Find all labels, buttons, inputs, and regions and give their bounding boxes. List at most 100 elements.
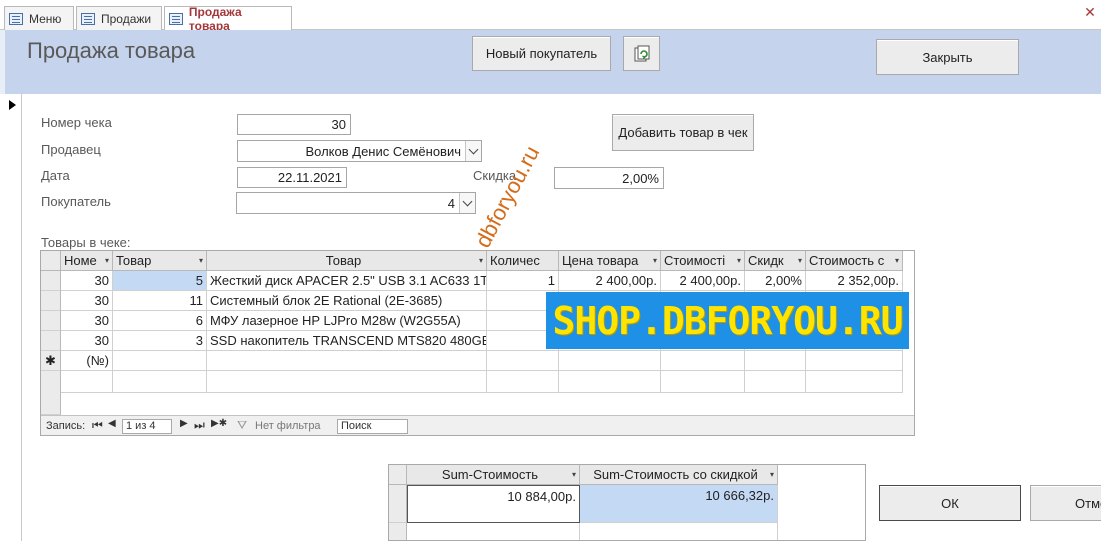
new-record-icon[interactable]: ▶✱ — [211, 418, 227, 429]
filter-status[interactable]: Нет фильтра — [255, 420, 321, 432]
row-selector[interactable] — [41, 331, 61, 351]
empty-cell — [580, 523, 778, 540]
record-label: Запись: — [46, 420, 86, 432]
column-header-discounted-cost[interactable]: Стоимость с ▾ — [806, 251, 903, 271]
table-cell[interactable]: 3 — [113, 331, 207, 351]
table-cell[interactable]: 30 — [61, 311, 113, 331]
current-record-arrow-icon — [9, 100, 16, 110]
receipt-number-label: Номер чека — [41, 115, 112, 130]
tab-product-sale[interactable]: Продажа товара — [164, 5, 292, 33]
table-cell[interactable]: 2 400,00р. — [661, 271, 745, 291]
receipt-number-field[interactable]: 30 — [237, 114, 351, 135]
ok-button[interactable]: ОК — [879, 485, 1021, 521]
record-selector[interactable] — [0, 94, 22, 541]
first-record-icon[interactable]: ⏮ — [92, 418, 103, 433]
search-input[interactable]: Поиск — [337, 419, 408, 434]
table-cell[interactable] — [806, 351, 903, 371]
empty-cell — [487, 371, 559, 393]
empty-cell — [661, 371, 745, 393]
table-cell[interactable]: 2,00% — [745, 271, 806, 291]
select-all-corner[interactable] — [41, 251, 61, 271]
table-cell[interactable]: 30 — [61, 271, 113, 291]
close-icon[interactable]: ✕ — [1082, 4, 1098, 20]
date-label: Дата — [41, 168, 70, 183]
empty-cell — [61, 371, 113, 393]
table-cell[interactable] — [113, 351, 207, 371]
add-item-to-receipt-button[interactable]: Добавить товар в чек — [612, 114, 754, 151]
column-header-sum-discounted[interactable]: Sum-Стоимость со скидкой ▾ — [580, 465, 778, 485]
page-title: Продажа товара — [27, 38, 196, 63]
customer-value: 4 — [447, 195, 455, 211]
seller-value: Волков Денис Семёнович — [305, 143, 461, 159]
discount-field[interactable]: 2,00% — [554, 167, 664, 189]
table-cell[interactable] — [661, 351, 745, 371]
sum-cost-value[interactable]: 10 884,00р. — [407, 485, 580, 523]
table-cell[interactable]: 2 400,00р. — [559, 271, 661, 291]
table-cell[interactable]: SSD накопитель TRANSCEND MTS820 480GB M.… — [207, 331, 487, 351]
table-cell[interactable]: 11 — [113, 291, 207, 311]
empty-cell — [559, 371, 661, 393]
new-record-marker[interactable]: ✱ — [41, 351, 61, 371]
new-record-placeholder[interactable]: (№) — [61, 351, 113, 371]
column-header-product[interactable]: Товар ▾ — [207, 251, 487, 271]
tab-label: Продажа товара — [188, 5, 242, 33]
table-cell[interactable] — [207, 351, 487, 371]
chevron-down-icon[interactable] — [465, 141, 481, 161]
current-record-input[interactable]: 1 из 4 — [122, 419, 172, 434]
totals-datasheet: Sum-Стоимость ▾ Sum-Стоимость со скидкой ▾… — [388, 464, 866, 541]
date-field[interactable]: 22.11.2021 — [237, 167, 347, 188]
row-selector[interactable] — [41, 291, 61, 311]
column-header-price[interactable]: Цена товара ▾ — [559, 251, 661, 271]
seller-label: Продавец — [41, 142, 101, 157]
table-cell[interactable]: 6 — [113, 311, 207, 331]
table-cell[interactable] — [487, 351, 559, 371]
close-form-button[interactable]: Закрыть — [876, 39, 1019, 75]
tab-menu[interactable]: Меню — [4, 6, 74, 30]
table-cell[interactable]: 2 352,00р. — [806, 271, 903, 291]
table-cell[interactable]: 5 — [113, 271, 207, 291]
table-cell[interactable] — [745, 351, 806, 371]
tab-label: Продажи — [101, 11, 152, 26]
table-cell[interactable]: Системный блок 2E Rational (2E-3685) — [207, 291, 487, 311]
tab-label: Меню — [29, 11, 62, 26]
table-cell[interactable]: 30 — [61, 331, 113, 351]
chevron-down-icon[interactable] — [459, 193, 475, 213]
previous-record-icon[interactable]: ◀ — [108, 418, 116, 429]
cancel-button[interactable]: Отмена — [1030, 485, 1101, 521]
table-cell[interactable]: 30 — [61, 291, 113, 311]
empty-cell — [806, 371, 903, 393]
filter-icon: ⛛ — [237, 418, 248, 432]
next-record-icon[interactable]: ▶ — [180, 418, 188, 429]
table-cell[interactable]: Жесткий диск APACER 2.5" USB 3.1 AC633 1… — [207, 271, 487, 291]
seller-combobox[interactable]: Волков Денис Семёнович — [237, 140, 482, 162]
customer-combobox[interactable]: 4 — [236, 192, 476, 214]
column-header-product-id[interactable]: Товар ▾ — [113, 251, 207, 271]
new-customer-button[interactable]: Новый покупатель — [472, 36, 611, 71]
record-navigation-bar: Запись: ⏮ ◀ 1 из 4 ▶ ⏭ ▶✱ ⛛ Нет фильтра … — [41, 415, 914, 435]
document-tab-bar: Меню Продажи Продажа товара ✕ — [0, 0, 1101, 33]
empty-cell — [113, 371, 207, 393]
form-icon — [9, 12, 23, 25]
promo-banner: SHOP.DBFORYOU.RU — [546, 292, 909, 349]
column-header-discount[interactable]: Скидк ▾ — [745, 251, 806, 271]
customer-label: Покупатель — [41, 194, 111, 209]
empty-area — [41, 371, 61, 415]
table-cell[interactable]: 1 — [487, 271, 559, 291]
form-icon — [169, 13, 183, 25]
row-selector[interactable] — [41, 311, 61, 331]
column-header-receipt[interactable]: Номе ▾ — [61, 251, 113, 271]
table-cell[interactable] — [559, 351, 661, 371]
column-header-quantity[interactable]: Количес — [487, 251, 559, 271]
select-all-corner[interactable] — [389, 465, 407, 485]
empty-cell — [407, 523, 580, 540]
table-cell[interactable]: МФУ лазерное HP LJPro M28w (W2G55A) — [207, 311, 487, 331]
tab-sales[interactable]: Продажи — [76, 6, 162, 30]
row-selector[interactable] — [389, 485, 407, 523]
column-header-sum-cost[interactable]: Sum-Стоимость ▾ — [407, 465, 580, 485]
sum-discounted-value[interactable]: 10 666,32р. — [580, 485, 778, 523]
empty-cell — [207, 371, 487, 393]
row-selector[interactable] — [41, 271, 61, 291]
last-record-icon[interactable]: ⏭ — [194, 418, 205, 433]
column-header-cost[interactable]: Стоимості ▾ — [661, 251, 745, 271]
refresh-button[interactable] — [623, 36, 660, 71]
